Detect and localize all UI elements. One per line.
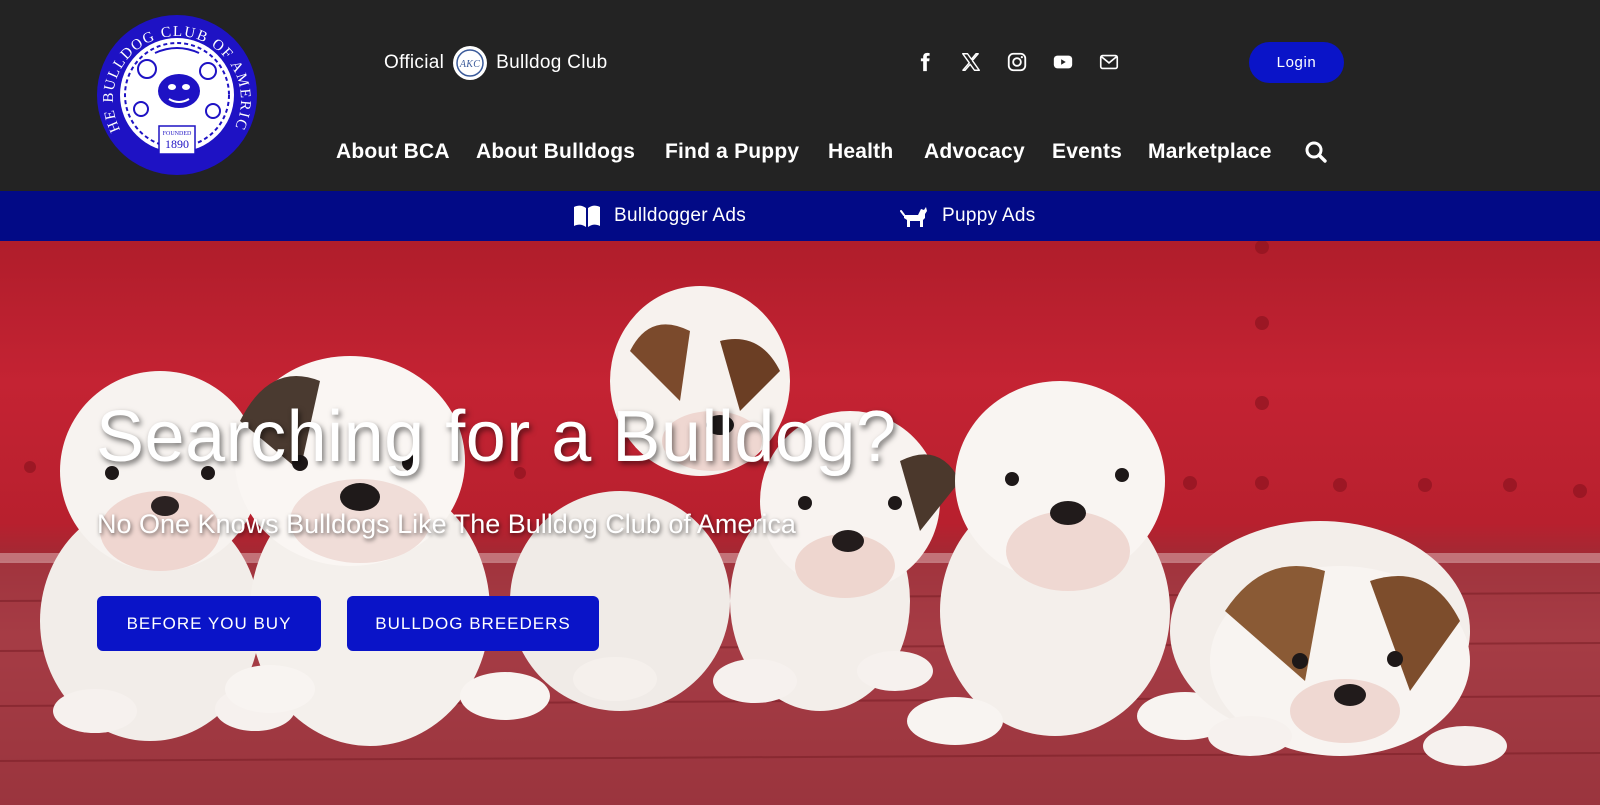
nav-find-a-puppy[interactable]: Find a Puppy <box>665 134 799 170</box>
ads-bar: Bulldogger Ads Puppy Ads <box>0 191 1600 241</box>
hero-banner: Searching for a Bulldog? No One Knows Bu… <box>0 241 1600 805</box>
hero-subtitle: No One Knows Bulldogs Like The Bulldog C… <box>97 509 796 539</box>
login-button[interactable]: Login <box>1249 42 1344 83</box>
facebook-icon[interactable] <box>910 48 940 76</box>
nav-events[interactable]: Events <box>1052 134 1122 170</box>
email-icon[interactable] <box>1094 48 1124 76</box>
puppy-ads-label: Puppy Ads <box>942 205 1036 226</box>
nav-advocacy[interactable]: Advocacy <box>924 134 1025 170</box>
svg-text:AKC: AKC <box>459 59 480 70</box>
book-icon <box>574 205 600 227</box>
bulldog-breeders-button[interactable]: BULLDOG BREEDERS <box>347 596 599 651</box>
nav-marketplace[interactable]: Marketplace <box>1148 134 1272 170</box>
x-icon[interactable] <box>956 48 986 76</box>
official-prefix: Official <box>384 52 445 73</box>
nav-about-bulldogs[interactable]: About Bulldogs <box>476 134 635 170</box>
bulldogger-ads-label: Bulldogger Ads <box>614 205 747 226</box>
bulldogger-ads-link[interactable]: Bulldogger Ads <box>572 191 746 241</box>
youtube-icon[interactable] <box>1048 48 1078 76</box>
official-akc-club: Official AKC Bulldog Club <box>384 43 607 83</box>
site-header: THE BULLDOG CLUB OF AMERICA FOUNDED 1890… <box>0 0 1600 191</box>
main-nav: About BCA About Bulldogs Find a Puppy He… <box>0 134 1600 170</box>
dog-icon <box>900 207 927 227</box>
hero-title: Searching for a Bulldog? <box>96 397 897 477</box>
nav-about-bca[interactable]: About BCA <box>336 134 450 170</box>
puppy-ads-link[interactable]: Puppy Ads <box>900 191 1036 241</box>
before-you-buy-button[interactable]: BEFORE YOU BUY <box>97 596 321 651</box>
official-suffix: Bulldog Club <box>496 52 608 73</box>
search-icon[interactable] <box>1304 140 1328 164</box>
instagram-icon[interactable] <box>1002 48 1032 76</box>
nav-health[interactable]: Health <box>828 134 893 170</box>
akc-badge-icon: AKC <box>453 46 488 80</box>
